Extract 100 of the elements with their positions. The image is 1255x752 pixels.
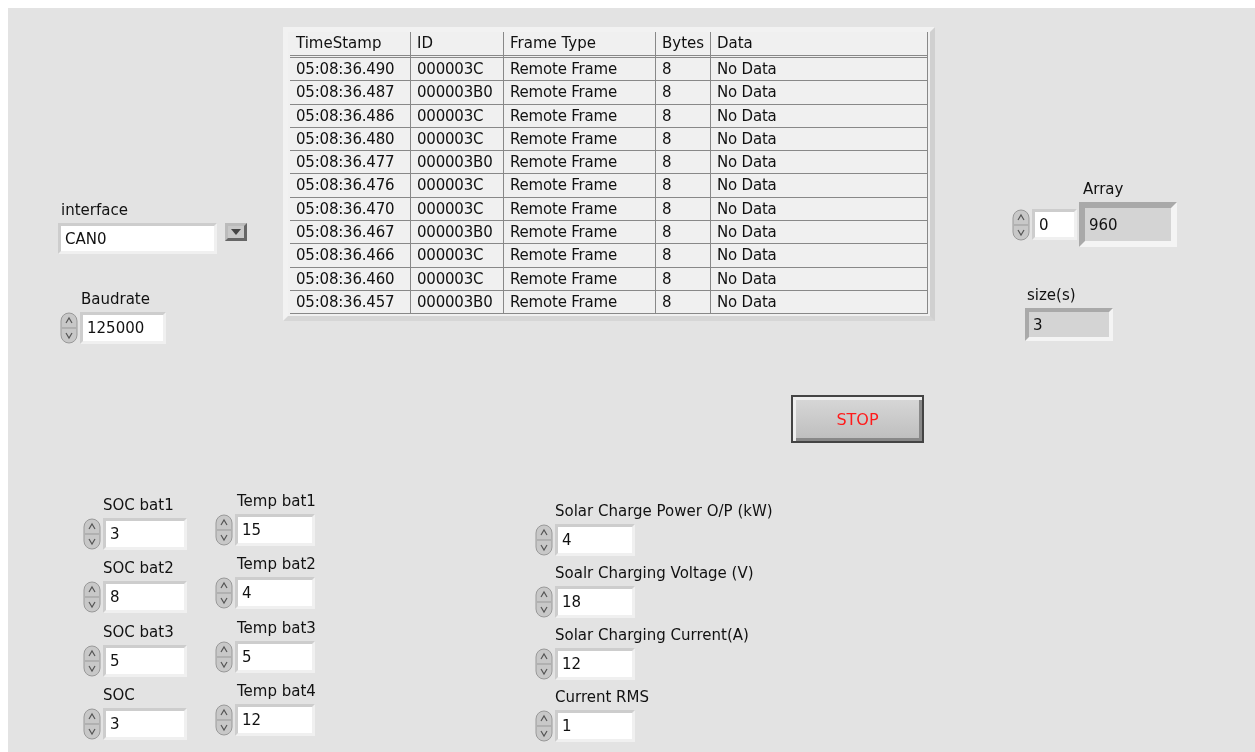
spinner-icon[interactable] [215, 704, 233, 736]
table-cell: 8 [656, 58, 711, 82]
table-cell: Remote Frame [504, 290, 656, 315]
table-cell: 05:08:36.486 [290, 104, 411, 128]
spinner-icon[interactable] [535, 586, 553, 618]
column-header: TimeStamp [290, 32, 411, 58]
table-cell: Remote Frame [504, 197, 656, 222]
spinner-icon[interactable] [83, 518, 101, 550]
control-label: SOC bat2 [103, 559, 175, 577]
table-cell: 000003B0 [411, 221, 504, 245]
table-cell: 000003C [411, 104, 504, 128]
control-label: Temp bat1 [237, 492, 316, 510]
control-label: size(s) [1027, 286, 1077, 304]
numeric-field[interactable]: 8 [103, 581, 187, 613]
table-cell: 05:08:36.470 [290, 197, 411, 222]
numeric-field[interactable]: 12 [235, 704, 315, 736]
table-cell: No Data [711, 127, 928, 152]
spinner-icon[interactable] [83, 645, 101, 677]
spinner-icon[interactable] [535, 710, 553, 742]
spinner-icon[interactable] [215, 514, 233, 546]
control-label: SOC [103, 686, 136, 704]
numeric-field[interactable]: 4 [235, 577, 315, 609]
size-display: 3 [1025, 308, 1113, 341]
table-cell: 05:08:36.467 [290, 221, 411, 245]
table-cell: 000003B0 [411, 81, 504, 105]
table-cell: 000003C [411, 174, 504, 198]
column-header: Frame Type [504, 32, 656, 58]
numeric-field[interactable]: 4 [555, 524, 635, 556]
numeric-field[interactable]: 3 [103, 518, 187, 550]
table-cell: Remote Frame [504, 151, 656, 175]
control-label: Temp bat2 [237, 555, 316, 573]
numeric-field[interactable]: 125000 [80, 312, 166, 344]
table-cell: No Data [711, 104, 928, 128]
array-display: 960 [1079, 202, 1177, 247]
control-label: Soalr Charging Voltage (V) [555, 564, 754, 582]
table-cell: 8 [656, 127, 711, 152]
table-cell: No Data [711, 151, 928, 175]
numeric-field[interactable]: 12 [555, 648, 635, 680]
control-label: Temp bat4 [237, 682, 316, 700]
table-cell: 05:08:36.490 [290, 58, 411, 82]
control-label: interface [61, 201, 129, 219]
table-cell: No Data [711, 267, 928, 291]
table-cell: 000003C [411, 197, 504, 222]
table-cell: Remote Frame [504, 221, 656, 245]
spinner-icon[interactable] [60, 312, 78, 344]
spinner-icon[interactable] [215, 577, 233, 609]
spinner-icon[interactable] [83, 708, 101, 740]
column-header: Bytes [656, 32, 711, 58]
table-cell: No Data [711, 174, 928, 198]
table-cell: 8 [656, 197, 711, 222]
spinner-icon[interactable] [1012, 208, 1030, 241]
numeric-field[interactable]: 15 [235, 514, 315, 546]
table-cell: 05:08:36.487 [290, 81, 411, 105]
spinner-icon[interactable] [535, 524, 553, 556]
control-label: Solar Charging Current(A) [555, 626, 749, 644]
numeric-field[interactable]: 3 [103, 708, 187, 740]
table-cell: No Data [711, 290, 928, 315]
table-cell: Remote Frame [504, 81, 656, 105]
control-label: SOC bat1 [103, 496, 175, 514]
control-label: Solar Charge Power O/P (kW) [555, 502, 773, 520]
table-cell: 000003B0 [411, 290, 504, 315]
control-label: Temp bat3 [237, 619, 316, 637]
table-cell: 05:08:36.480 [290, 127, 411, 152]
table-cell: 000003B0 [411, 151, 504, 175]
table-cell: 8 [656, 221, 711, 245]
dropdown-button[interactable] [225, 223, 247, 241]
spinner-icon[interactable] [215, 641, 233, 673]
index-field[interactable]: 0 [1032, 209, 1077, 240]
table-cell: 8 [656, 244, 711, 268]
table-cell: 05:08:36.476 [290, 174, 411, 198]
caret-icon [231, 229, 241, 235]
table-cell: No Data [711, 244, 928, 268]
table-cell: 05:08:36.466 [290, 244, 411, 268]
table-cell: 000003C [411, 127, 504, 152]
spinner-icon[interactable] [535, 648, 553, 680]
table-cell: 000003C [411, 244, 504, 268]
numeric-field[interactable]: 5 [235, 641, 315, 673]
control-label: Array [1083, 180, 1125, 198]
table-cell: 8 [656, 267, 711, 291]
numeric-field[interactable]: 18 [555, 586, 635, 618]
table-cell: 8 [656, 174, 711, 198]
column-header: ID [411, 32, 504, 58]
table-cell: No Data [711, 221, 928, 245]
table-cell: 000003C [411, 58, 504, 82]
table-cell: 05:08:36.460 [290, 267, 411, 291]
table-cell: 8 [656, 104, 711, 128]
dropdown-field[interactable]: CAN0 [58, 223, 217, 254]
table-cell: Remote Frame [504, 244, 656, 268]
spinner-icon[interactable] [83, 581, 101, 613]
table-cell: Remote Frame [504, 127, 656, 152]
table-cell: 05:08:36.477 [290, 151, 411, 175]
numeric-field[interactable]: 1 [555, 710, 635, 742]
table-cell: No Data [711, 81, 928, 105]
numeric-field[interactable]: 5 [103, 645, 187, 677]
table-cell: 05:08:36.457 [290, 290, 411, 315]
control-label: Baudrate [81, 290, 151, 308]
table-cell: Remote Frame [504, 174, 656, 198]
column-header: Data [711, 32, 928, 58]
table-cell: Remote Frame [504, 58, 656, 82]
table-cell: 000003C [411, 267, 504, 291]
